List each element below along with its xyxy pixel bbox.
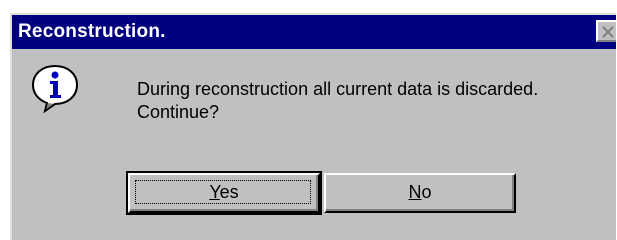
- no-button-label: No: [408, 182, 432, 202]
- no-button[interactable]: No: [324, 173, 516, 213]
- dialog-title: Reconstruction.: [18, 21, 166, 42]
- close-button[interactable]: [596, 20, 616, 42]
- message-line: Continue?: [137, 102, 220, 122]
- info-icon: [31, 64, 79, 113]
- title-bar[interactable]: Reconstruction.: [12, 15, 616, 49]
- message-line: During reconstruction all current data i…: [137, 79, 539, 99]
- dialog-message: During reconstruction all current data i…: [137, 78, 538, 124]
- close-icon: [602, 26, 614, 38]
- yes-button-label: Yes: [209, 182, 239, 202]
- yes-button[interactable]: Yes: [126, 171, 322, 215]
- message-dialog: Reconstruction. During reconstruction al…: [10, 13, 616, 240]
